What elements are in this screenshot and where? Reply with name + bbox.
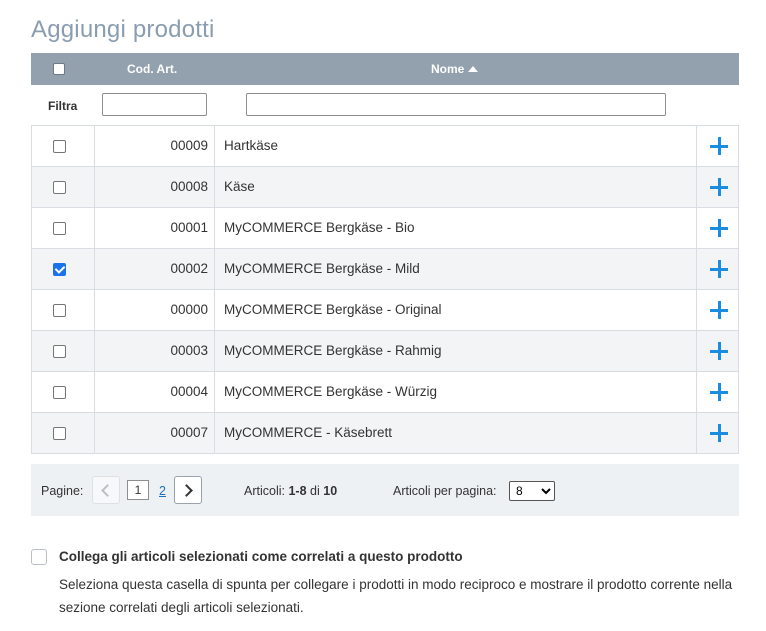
row-checkbox[interactable]: [53, 181, 66, 194]
add-product-button[interactable]: [698, 126, 739, 166]
row-name: MyCOMMERCE Bergkäse - Rahmig: [216, 331, 697, 371]
table-row: 00002 MyCOMMERCE Bergkäse - Mild: [32, 249, 738, 290]
previous-page-button[interactable]: [92, 476, 120, 504]
add-product-button[interactable]: [698, 331, 739, 371]
plus-icon: [710, 301, 728, 319]
row-name: MyCOMMERCE Bergkäse - Original: [216, 290, 697, 330]
chevron-left-icon: [101, 484, 114, 497]
page-title: Aggiungi prodotti: [31, 16, 215, 43]
row-code: 00008: [95, 167, 215, 207]
add-product-button[interactable]: [698, 167, 739, 207]
row-select-cell: [32, 331, 95, 371]
table-row: 00007 MyCOMMERCE - Käsebrett: [32, 413, 738, 454]
add-product-button[interactable]: [698, 372, 739, 412]
row-code: 00002: [95, 249, 215, 289]
add-product-button[interactable]: [698, 249, 739, 289]
row-checkbox[interactable]: [53, 386, 66, 399]
plus-icon: [710, 137, 728, 155]
plus-icon: [710, 383, 728, 401]
row-select-cell: [32, 413, 95, 453]
row-code: 00001: [95, 208, 215, 248]
add-product-button[interactable]: [698, 208, 739, 248]
row-name: MyCOMMERCE Bergkäse - Mild: [216, 249, 697, 289]
link-related-description: Seleziona questa casella di spunta per c…: [59, 577, 733, 615]
plus-icon: [710, 219, 728, 237]
table-row: 00008 Käse: [32, 167, 738, 208]
row-select-cell: [32, 167, 95, 207]
add-product-button[interactable]: [698, 413, 739, 453]
row-name: MyCOMMERCE Bergkäse - Bio: [216, 208, 697, 248]
row-checkbox[interactable]: [53, 304, 66, 317]
next-page-button[interactable]: [174, 476, 202, 504]
pager: Pagine: 1 2 Articoli: 1-8 di 10 Articoli…: [31, 464, 739, 516]
plus-icon: [710, 342, 728, 360]
current-page-input[interactable]: 1: [127, 480, 149, 500]
page-link-2[interactable]: 2: [159, 484, 166, 498]
row-name: MyCOMMERCE - Käsebrett: [216, 413, 697, 453]
product-grid: Cod. Art. Nome Filtra 00009 Hartkäse 00008…: [31, 53, 739, 454]
filter-label: Filtra: [48, 99, 78, 113]
row-checkbox[interactable]: [53, 263, 66, 276]
chevron-right-icon: [180, 484, 193, 497]
table-row: 00000 MyCOMMERCE Bergkäse - Original: [32, 290, 738, 331]
pages-label: Pagine:: [41, 484, 84, 498]
per-page-label: Articoli per pagina:: [393, 484, 497, 498]
row-select-cell: [32, 372, 95, 412]
plus-icon: [710, 424, 728, 442]
column-header-code[interactable]: Cod. Art.: [127, 62, 227, 76]
table-row: 00009 Hartkäse: [32, 126, 738, 167]
row-select-cell: [32, 126, 95, 166]
row-checkbox[interactable]: [53, 140, 66, 153]
select-all-checkbox[interactable]: [53, 63, 65, 75]
row-select-cell: [32, 208, 95, 248]
row-checkbox[interactable]: [53, 427, 66, 440]
grid-header: Cod. Art. Nome: [31, 53, 739, 85]
grid-body: 00009 Hartkäse 00008 Käse 00001 MyCOMMERCE Be…: [31, 126, 739, 454]
row-code: 00007: [95, 413, 215, 453]
row-code: 00009: [95, 126, 215, 166]
link-related-checkbox[interactable]: [31, 549, 47, 565]
row-code: 00003: [95, 331, 215, 371]
plus-icon: [710, 260, 728, 278]
table-row: 00003 MyCOMMERCE Bergkäse - Rahmig: [32, 331, 738, 372]
table-row: 00004 MyCOMMERCE Bergkäse - Würzig: [32, 372, 738, 413]
row-select-cell: [32, 290, 95, 330]
row-name: MyCOMMERCE Bergkäse - Würzig: [216, 372, 697, 412]
link-related-title: Collega gli articoli selezionati come co…: [59, 549, 463, 564]
plus-icon: [710, 178, 728, 196]
filter-row: Filtra: [31, 85, 739, 126]
row-checkbox[interactable]: [53, 222, 66, 235]
row-select-cell: [32, 249, 95, 289]
row-code: 00004: [95, 372, 215, 412]
row-name: Hartkäse: [216, 126, 697, 166]
add-product-button[interactable]: [698, 290, 739, 330]
sort-ascending-icon: [468, 66, 479, 72]
filter-code-input[interactable]: [102, 93, 207, 116]
per-page-select[interactable]: 8: [509, 481, 555, 501]
row-checkbox[interactable]: [53, 345, 66, 358]
filter-name-input[interactable]: [246, 93, 666, 116]
row-name: Käse: [216, 167, 697, 207]
row-code: 00000: [95, 290, 215, 330]
table-row: 00001 MyCOMMERCE Bergkäse - Bio: [32, 208, 738, 249]
articles-count: Articoli: 1-8 di 10: [244, 484, 338, 498]
column-header-name[interactable]: Nome: [431, 62, 479, 76]
